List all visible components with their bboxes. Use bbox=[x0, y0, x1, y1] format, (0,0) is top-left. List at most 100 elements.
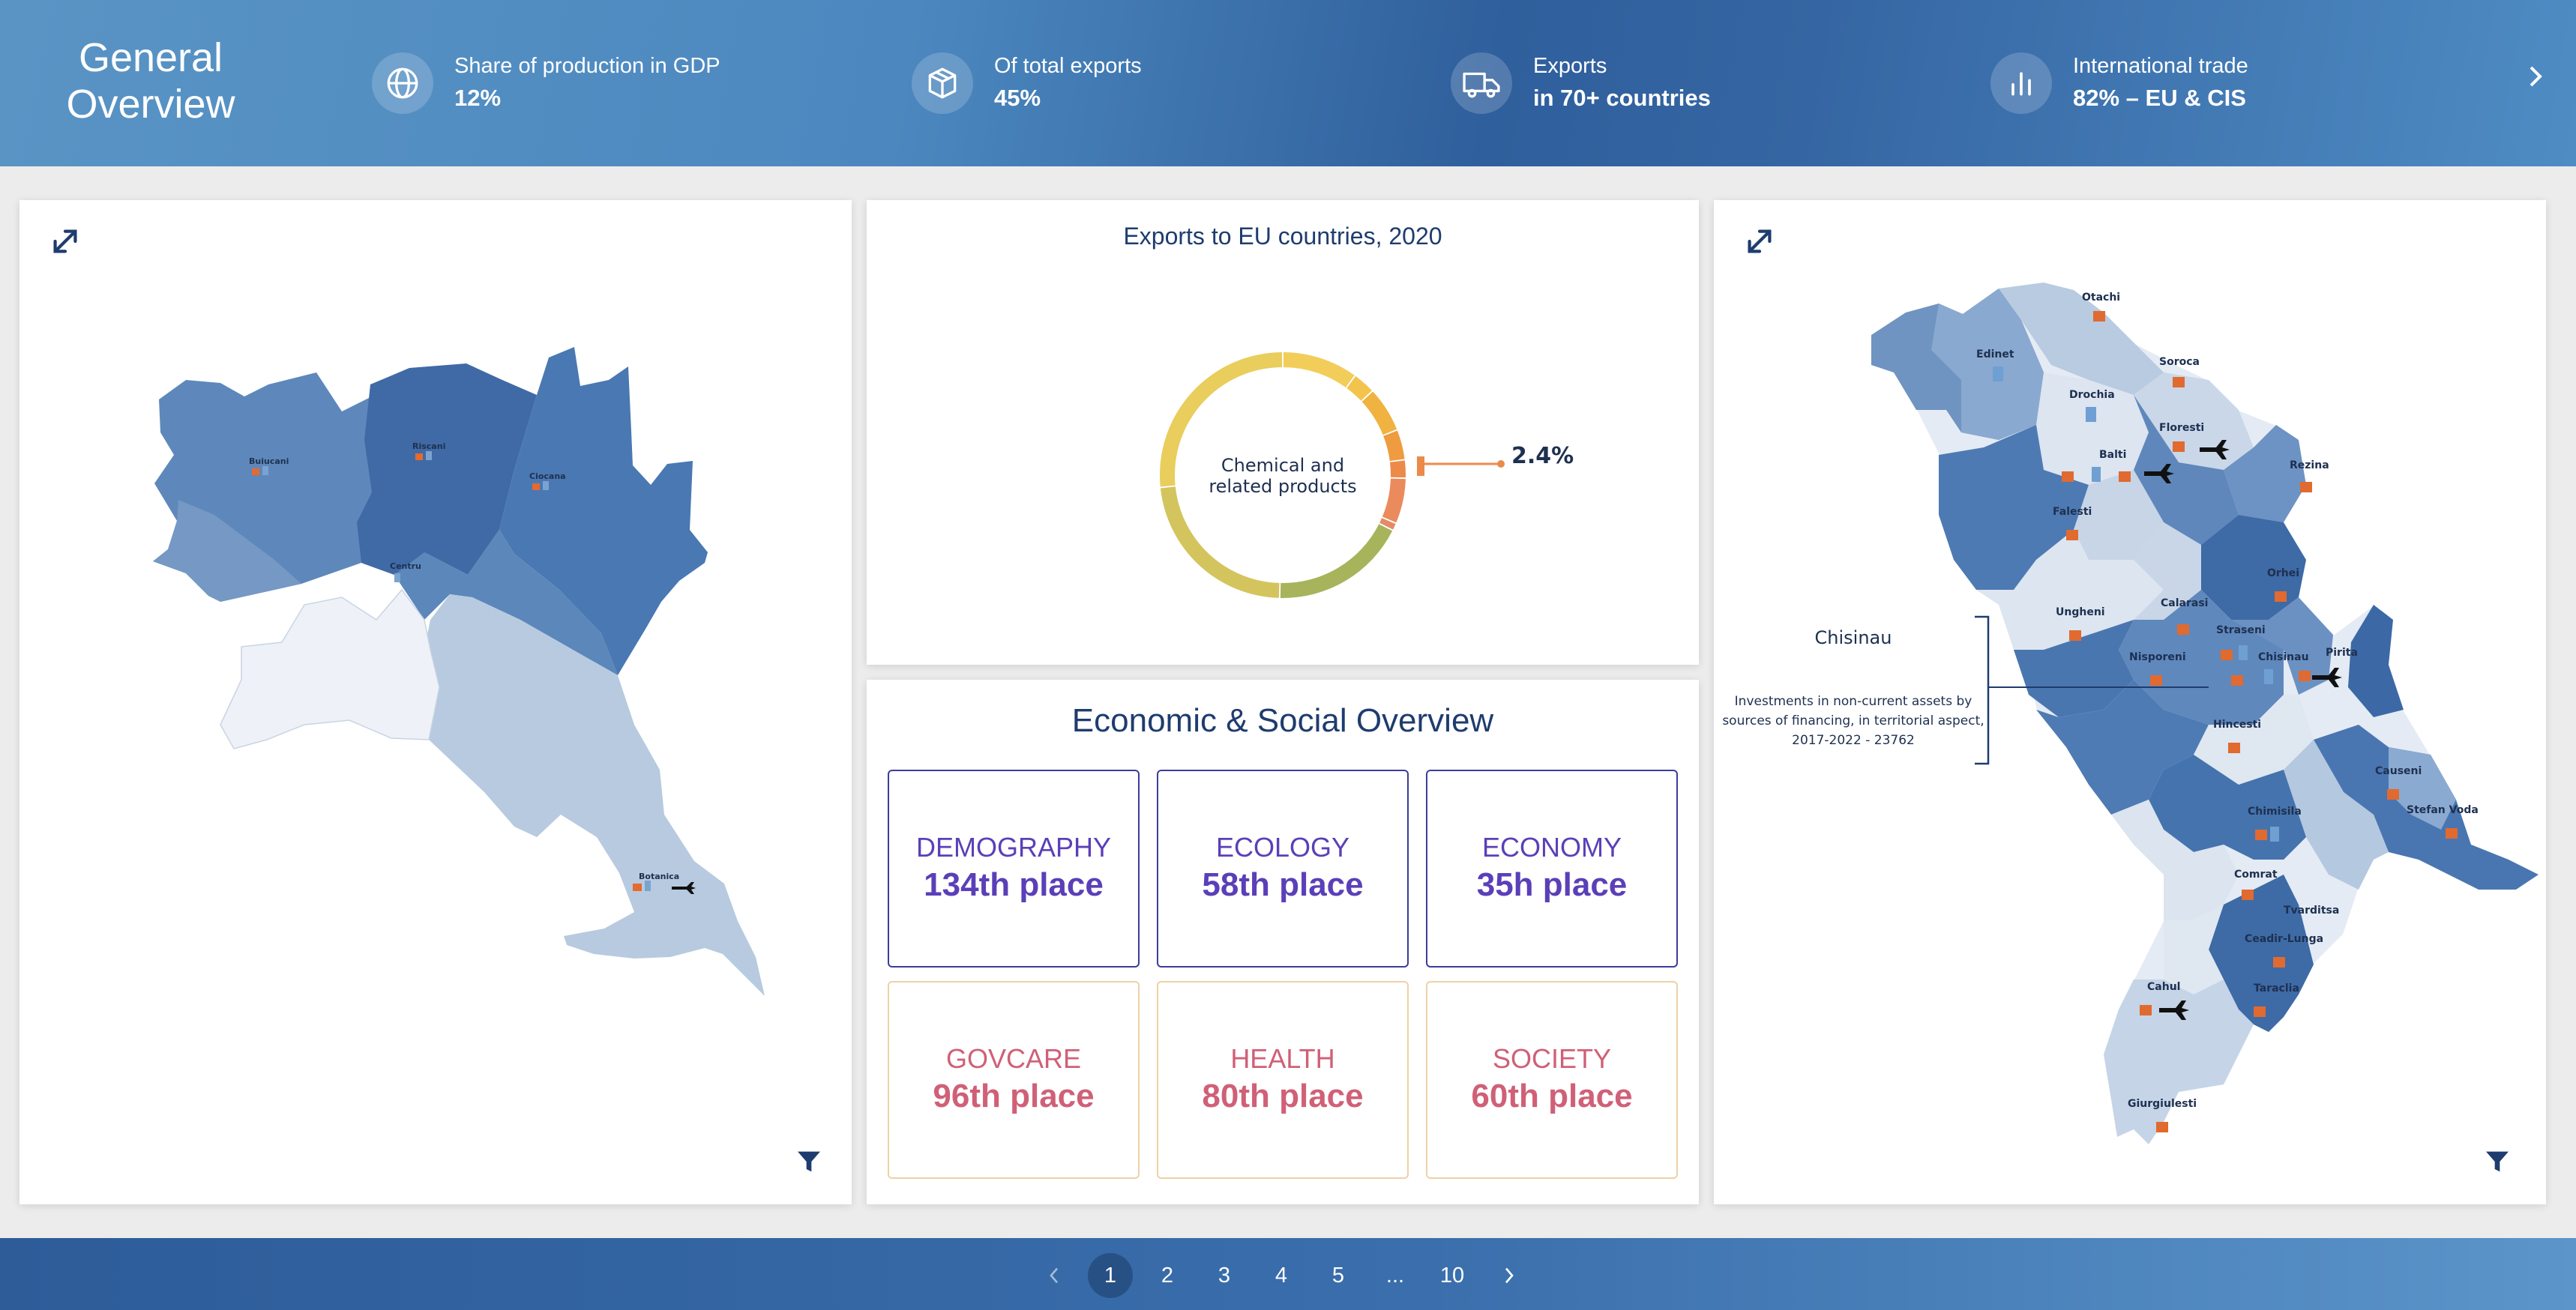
donut-slice[interactable] bbox=[1283, 352, 1355, 387]
office-icon bbox=[2086, 407, 2096, 422]
donut-slice[interactable] bbox=[1383, 430, 1405, 462]
card-name: SOCIETY bbox=[1492, 1043, 1612, 1074]
factory-icon bbox=[2273, 957, 2285, 968]
callout-text: Investments in non-current assets by bbox=[1735, 694, 1972, 709]
truck-icon bbox=[1451, 52, 1512, 114]
filter-icon[interactable] bbox=[2482, 1147, 2512, 1177]
map-label-soroca: Soroca bbox=[2159, 356, 2200, 368]
factory-icon bbox=[2156, 1122, 2168, 1132]
globe-icon bbox=[372, 52, 433, 114]
factory-icon bbox=[2177, 624, 2189, 635]
filter-icon[interactable] bbox=[794, 1147, 824, 1177]
section-title: Economic & Social Overview bbox=[1071, 702, 1494, 739]
card-rank: 134th place bbox=[924, 866, 1104, 903]
card-name: ECOLOGY bbox=[1215, 832, 1350, 863]
map-label-edinet: Edinet bbox=[1976, 348, 2014, 360]
page-button-2[interactable]: 2 bbox=[1145, 1253, 1190, 1298]
card-rank: 96th place bbox=[933, 1078, 1095, 1114]
stat-value: 82% – EU & CIS bbox=[2073, 85, 2246, 111]
office-icon bbox=[2239, 645, 2248, 660]
map-label-cahul: Cahul bbox=[2147, 981, 2180, 993]
factory-icon bbox=[2119, 471, 2131, 482]
office-icon bbox=[2264, 669, 2273, 684]
page-title: General Overview bbox=[66, 35, 235, 127]
card-name: GOVCARE bbox=[945, 1043, 1082, 1074]
map-label-drochia: Drochia bbox=[2069, 389, 2115, 401]
donut-slice[interactable] bbox=[1361, 391, 1397, 435]
page-button-4[interactable]: 4 bbox=[1259, 1253, 1304, 1298]
chevron-right-icon[interactable] bbox=[2521, 61, 2551, 91]
chevron-right-icon[interactable] bbox=[1487, 1253, 1532, 1298]
page-button-1[interactable]: 1 bbox=[1088, 1253, 1133, 1298]
map-label-chisinau: Chisinau bbox=[2258, 651, 2309, 663]
map-label-otachi: Otachi bbox=[2082, 292, 2120, 304]
donut-highlight-value: 2.4% bbox=[1511, 443, 1574, 469]
card-ecology[interactable]: ECOLOGY 58th place bbox=[1157, 770, 1409, 968]
factory-icon bbox=[2228, 743, 2240, 753]
stat-international-trade: International trade 82% – EU & CIS bbox=[1990, 49, 2248, 117]
factory-icon bbox=[2387, 789, 2399, 800]
map-label-orhei: Orhei bbox=[2267, 567, 2299, 579]
callout-text: 2017-2022 - 23762 bbox=[1792, 733, 1915, 748]
map-label-tvarditsa: Tvarditsa bbox=[2284, 905, 2339, 917]
map-label-centru: Centru bbox=[390, 561, 421, 571]
factory-icon bbox=[2231, 675, 2243, 686]
factory-icon bbox=[2066, 530, 2078, 540]
page-button-3[interactable]: 3 bbox=[1202, 1253, 1247, 1298]
city-map-panel: Buiucani Riscani Ciocana Centru Botanica bbox=[19, 200, 852, 1204]
stat-label: Share of production in GDP bbox=[454, 54, 720, 78]
callout-bracket bbox=[1975, 615, 1990, 765]
card-govcare[interactable]: GOVCARE 96th place bbox=[888, 981, 1140, 1179]
card-demography[interactable]: DEMOGRAPHY 134th place bbox=[888, 770, 1140, 968]
chevron-left-icon[interactable] bbox=[1032, 1253, 1077, 1298]
donut-slice[interactable] bbox=[1160, 486, 1280, 598]
factory-icon bbox=[2242, 890, 2254, 900]
callout-title: Chisinau bbox=[1815, 627, 1892, 648]
map-label-hincesti: Hincesti bbox=[2213, 719, 2261, 731]
box-icon bbox=[912, 52, 973, 114]
factory-icon bbox=[2221, 650, 2233, 660]
city-map: Buiucani Riscani Ciocana Centru Botanica bbox=[153, 347, 765, 996]
office-icon bbox=[2270, 827, 2279, 842]
card-economy[interactable]: ECONOMY 35h place bbox=[1426, 770, 1678, 968]
map-label-ungheni: Ungheni bbox=[2056, 606, 2105, 618]
page-button-10[interactable]: 10 bbox=[1430, 1253, 1475, 1298]
map-label-rezina: Rezina bbox=[2290, 459, 2329, 471]
map-label-falesti: Falesti bbox=[2053, 506, 2092, 518]
map-label-stefan-voda: Stefan Voda bbox=[2407, 804, 2479, 816]
card-name: HEALTH bbox=[1230, 1043, 1335, 1074]
stat-export-countries: Exports in 70+ countries bbox=[1451, 49, 1711, 117]
card-rank: 60th place bbox=[1471, 1078, 1633, 1114]
donut-slice[interactable] bbox=[1280, 524, 1393, 598]
card-health[interactable]: HEALTH 80th place bbox=[1157, 981, 1409, 1179]
donut-slice[interactable] bbox=[1382, 478, 1406, 523]
header-banner: General Overview Share of production in … bbox=[0, 0, 2576, 166]
factory-icon bbox=[2254, 1006, 2266, 1017]
office-icon bbox=[1993, 366, 2003, 381]
map-label-causeni: Causeni bbox=[2375, 765, 2422, 777]
stat-label: International trade bbox=[2073, 54, 2248, 78]
factory-icon bbox=[2140, 1005, 2152, 1015]
callout-text: sources of financing, in territorial asp… bbox=[1722, 713, 1984, 728]
map-label-botanica: Botanica bbox=[639, 872, 679, 881]
map-label-comrat: Comrat bbox=[2234, 869, 2278, 881]
factory-icon bbox=[2275, 591, 2287, 602]
map-label-pirita: Pirita bbox=[2326, 647, 2358, 659]
card-society[interactable]: SOCIETY 60th place bbox=[1426, 981, 1678, 1179]
donut-slice[interactable] bbox=[1389, 460, 1406, 478]
card-rank: 80th place bbox=[1202, 1078, 1364, 1114]
card-name: DEMOGRAPHY bbox=[915, 832, 1112, 863]
donut-highlight-marker bbox=[1417, 456, 1424, 476]
page-button-5[interactable]: 5 bbox=[1316, 1253, 1361, 1298]
factory-icon bbox=[2150, 675, 2162, 686]
card-rank: 35h place bbox=[1476, 866, 1628, 903]
map-label-buiucani: Buiucani bbox=[249, 456, 289, 466]
pagination-bar: 1 2 3 4 5 ... 10 bbox=[0, 1238, 2576, 1310]
map-label-giurgiulesti: Giurgiulesti bbox=[2128, 1098, 2197, 1110]
donut-center-label-line1: Chemical and bbox=[1221, 455, 1344, 476]
map-label-nisporeni: Nisporeni bbox=[2129, 651, 2186, 663]
stat-total-exports: Of total exports 45% bbox=[912, 49, 1142, 117]
map-label-straseni: Straseni bbox=[2216, 624, 2266, 636]
factory-icon bbox=[2255, 830, 2267, 840]
map-label-taraclia: Taraclia bbox=[2254, 982, 2299, 994]
